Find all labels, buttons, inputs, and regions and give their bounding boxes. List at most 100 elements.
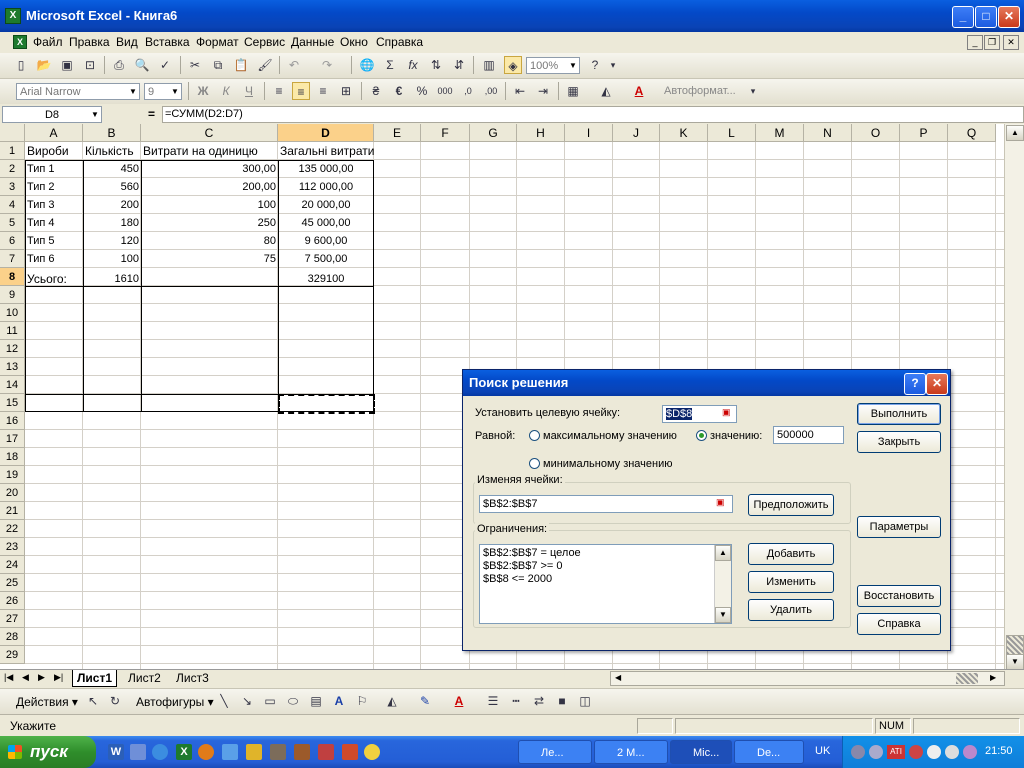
tab-prev-icon[interactable]: ◀ (22, 672, 29, 683)
row-header-15[interactable]: 15 (0, 394, 25, 412)
app-quicklaunch-icon[interactable] (246, 744, 262, 760)
app-quicklaunch-icon[interactable] (294, 744, 310, 760)
sort-desc-icon[interactable]: ⇵ (450, 56, 468, 74)
textbox-icon[interactable]: ▤ (307, 692, 325, 710)
column-header-k[interactable]: K (660, 124, 708, 142)
tray-icon[interactable] (869, 745, 883, 759)
actions-menu[interactable]: Действия ▾ (16, 695, 78, 709)
tab-first-icon[interactable]: |◀ (4, 672, 13, 683)
add-constraint-button[interactable]: Добавить (748, 543, 834, 565)
percent-icon[interactable]: % (413, 82, 431, 100)
toolbar-options-icon[interactable]: ▾ (604, 56, 622, 74)
desktop-quicklaunch-icon[interactable] (130, 744, 146, 760)
tab-sheet1[interactable]: Лист1 (72, 670, 118, 687)
select-all-corner[interactable] (0, 124, 25, 142)
row-header-1[interactable]: 1 (0, 142, 25, 160)
constraints-scrollbar[interactable]: ▲ ▼ (714, 545, 731, 623)
scroll-down-icon[interactable]: ▼ (715, 607, 731, 623)
cell-d5[interactable]: 45 000,00 (278, 214, 374, 232)
chevron-down-icon[interactable]: ▼ (89, 107, 101, 122)
row-header-7[interactable]: 7 (0, 250, 25, 268)
app-quicklaunch-icon[interactable] (318, 744, 334, 760)
dialog-close-icon[interactable]: ✕ (926, 373, 948, 395)
menu-file[interactable]: Файл (33, 35, 63, 49)
font-color-icon[interactable]: A (450, 692, 468, 710)
close-button[interactable]: ✕ (998, 6, 1020, 28)
constraint-item[interactable]: $B$8 <= 2000 (483, 573, 552, 585)
menu-window[interactable]: Окно (340, 35, 368, 49)
autoshapes-menu[interactable]: Автофигуры ▾ (136, 695, 214, 709)
calc-quicklaunch-icon[interactable] (270, 744, 286, 760)
row-header-17[interactable]: 17 (0, 430, 25, 448)
cell-a4[interactable]: Тип 3 (25, 196, 83, 214)
zoom-combo[interactable]: 100% ▼ (526, 57, 580, 74)
rotate-icon[interactable]: ↻ (106, 692, 124, 710)
name-box[interactable]: D8 ▼ (2, 106, 102, 123)
open-icon[interactable]: 📂 (35, 56, 53, 74)
tray-icon[interactable] (963, 745, 977, 759)
help-icon[interactable]: ? (586, 56, 604, 74)
italic-button[interactable]: К (217, 82, 235, 100)
guess-button[interactable]: Предположить (748, 494, 834, 516)
column-header-g[interactable]: G (470, 124, 517, 142)
hscroll-thumb[interactable] (956, 673, 978, 684)
column-header-o[interactable]: O (852, 124, 900, 142)
arrow-style-icon[interactable]: ⇄ (530, 692, 548, 710)
increase-indent-icon[interactable]: ⇥ (534, 82, 552, 100)
row-header-26[interactable]: 26 (0, 592, 25, 610)
toolbar-options-icon[interactable]: ▾ (744, 82, 762, 100)
delete-constraint-button[interactable]: Удалить (748, 599, 834, 621)
options-button[interactable]: Параметры (857, 516, 941, 538)
ie-quicklaunch-icon[interactable] (152, 744, 168, 760)
tips-quicklaunch-icon[interactable] (364, 744, 380, 760)
sort-asc-icon[interactable]: ⇅ (427, 56, 445, 74)
tray-icon[interactable] (851, 745, 865, 759)
radio-value-label[interactable]: значению: (710, 430, 762, 442)
align-left-icon[interactable]: ≡ (270, 82, 288, 100)
radio-max[interactable] (529, 430, 540, 441)
chevron-down-icon[interactable]: ▼ (127, 84, 139, 99)
row-header-9[interactable]: 9 (0, 286, 25, 304)
maximize-button[interactable]: □ (975, 6, 997, 28)
word-quicklaunch-icon[interactable]: W (108, 744, 124, 760)
change-constraint-button[interactable]: Изменить (748, 571, 834, 593)
cell-b5[interactable]: 180 (83, 214, 141, 232)
row-header-13[interactable]: 13 (0, 358, 25, 376)
ati-tray-icon[interactable]: ATI (887, 745, 905, 759)
column-header-j[interactable]: J (613, 124, 660, 142)
row-header-10[interactable]: 10 (0, 304, 25, 322)
constraints-list[interactable]: $B$2:$B$7 = целое $B$2:$B$7 >= 0 $B$8 <=… (479, 544, 732, 624)
fill-color-icon[interactable]: ◭ (597, 82, 615, 100)
row-header-3[interactable]: 3 (0, 178, 25, 196)
borders-icon[interactable]: ▦ (564, 82, 582, 100)
function-icon[interactable]: fx (404, 56, 422, 74)
cell-c3[interactable]: 200,00 (141, 178, 278, 196)
redo-icon[interactable]: ↷ (318, 56, 336, 74)
cell-d4[interactable]: 20 000,00 (278, 196, 374, 214)
font-color-icon[interactable]: A (630, 82, 648, 100)
menu-view[interactable]: Вид (116, 35, 138, 49)
menu-format[interactable]: Формат (196, 35, 239, 49)
row-header-21[interactable]: 21 (0, 502, 25, 520)
radio-min[interactable] (529, 458, 540, 469)
line-icon[interactable]: ╲ (215, 692, 233, 710)
cell-d6[interactable]: 9 600,00 (278, 232, 374, 250)
workbook-icon[interactable]: X (13, 35, 27, 49)
column-header-p[interactable]: P (900, 124, 948, 142)
task-button-folder[interactable]: Ле... (518, 740, 592, 764)
radio-max-label[interactable]: максимальному значению (543, 430, 677, 442)
save-icon[interactable]: ▣ (58, 56, 76, 74)
cell-a1[interactable]: Вироби (25, 142, 83, 160)
cell-b3[interactable]: 560 (83, 178, 141, 196)
column-header-i[interactable]: I (565, 124, 613, 142)
radio-value[interactable] (696, 430, 707, 441)
row-header-6[interactable]: 6 (0, 232, 25, 250)
line-color-icon[interactable]: ✎ (416, 692, 434, 710)
dialog-help-button[interactable]: ? (904, 373, 926, 395)
cell-a2[interactable]: Тип 1 (25, 160, 83, 178)
row-header-14[interactable]: 14 (0, 376, 25, 394)
explorer-quicklaunch-icon[interactable] (222, 744, 238, 760)
cell-b6[interactable]: 120 (83, 232, 141, 250)
scroll-left-icon[interactable]: ◀ (615, 673, 621, 682)
clipart-icon[interactable]: ⚐ (353, 692, 371, 710)
